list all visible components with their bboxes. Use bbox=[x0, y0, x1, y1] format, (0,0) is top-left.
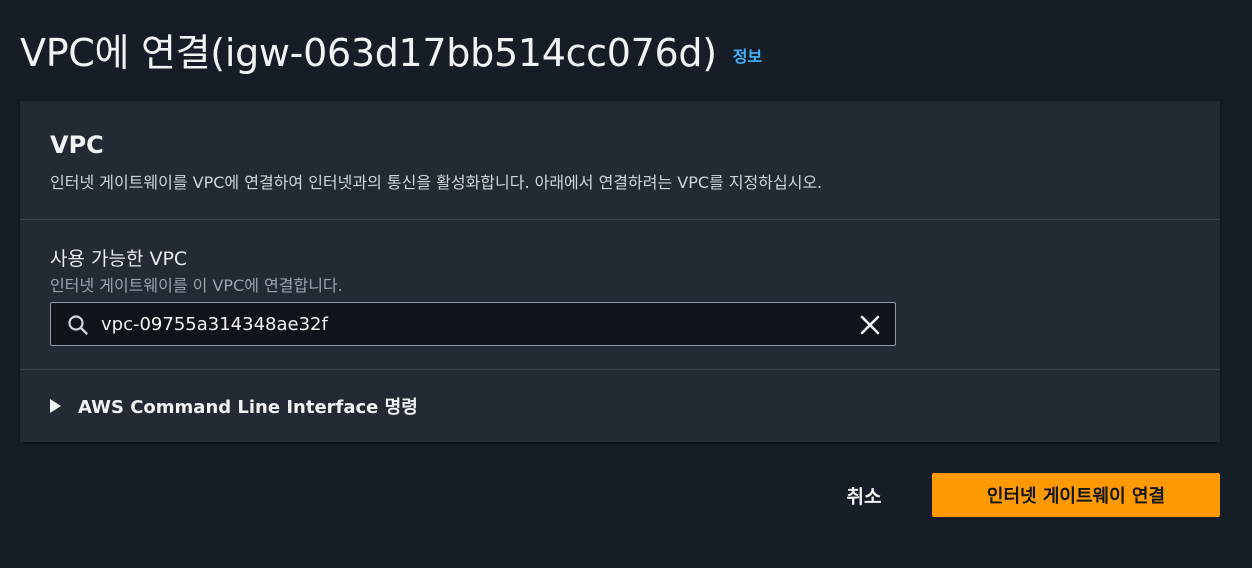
search-icon bbox=[68, 315, 88, 335]
available-vpc-description: 인터넷 게이트웨이를 이 VPC에 연결합니다. bbox=[50, 276, 343, 295]
page-title: VPC에 연결(igw-063d17bb514cc076d) bbox=[20, 31, 717, 75]
attach-igw-page: VPC에 연결(igw-063d17bb514cc076d) 정보 VPC 인터… bbox=[0, 0, 1252, 568]
card-header: VPC 인터넷 게이트웨이를 VPC에 연결하여 인터넷과의 통신을 활성화합니… bbox=[20, 101, 1220, 220]
available-vpc-label: 사용 가능한 VPC bbox=[50, 248, 188, 270]
title-row: VPC에 연결(igw-063d17bb514cc076d) 정보 bbox=[20, 22, 762, 77]
vpc-search-field[interactable] bbox=[50, 302, 896, 346]
section-description: 인터넷 게이트웨이를 VPC에 연결하여 인터넷과의 통신을 활성화합니다. 아… bbox=[50, 173, 823, 192]
cancel-button[interactable]: 취소 bbox=[826, 473, 902, 517]
cli-toggle-label: AWS Command Line Interface 명령 bbox=[78, 397, 418, 418]
cli-expand-toggle[interactable]: AWS Command Line Interface 명령 bbox=[50, 389, 418, 423]
vpc-search-input[interactable] bbox=[101, 303, 841, 345]
section-title: VPC bbox=[50, 131, 104, 159]
close-icon[interactable] bbox=[859, 314, 881, 336]
attach-internet-gateway-button[interactable]: 인터넷 게이트웨이 연결 bbox=[932, 473, 1220, 517]
info-link[interactable]: 정보 bbox=[733, 43, 762, 67]
section-divider bbox=[20, 369, 1220, 370]
caret-right-icon bbox=[50, 399, 61, 413]
vpc-card: VPC 인터넷 게이트웨이를 VPC에 연결하여 인터넷과의 통신을 활성화합니… bbox=[20, 101, 1220, 442]
